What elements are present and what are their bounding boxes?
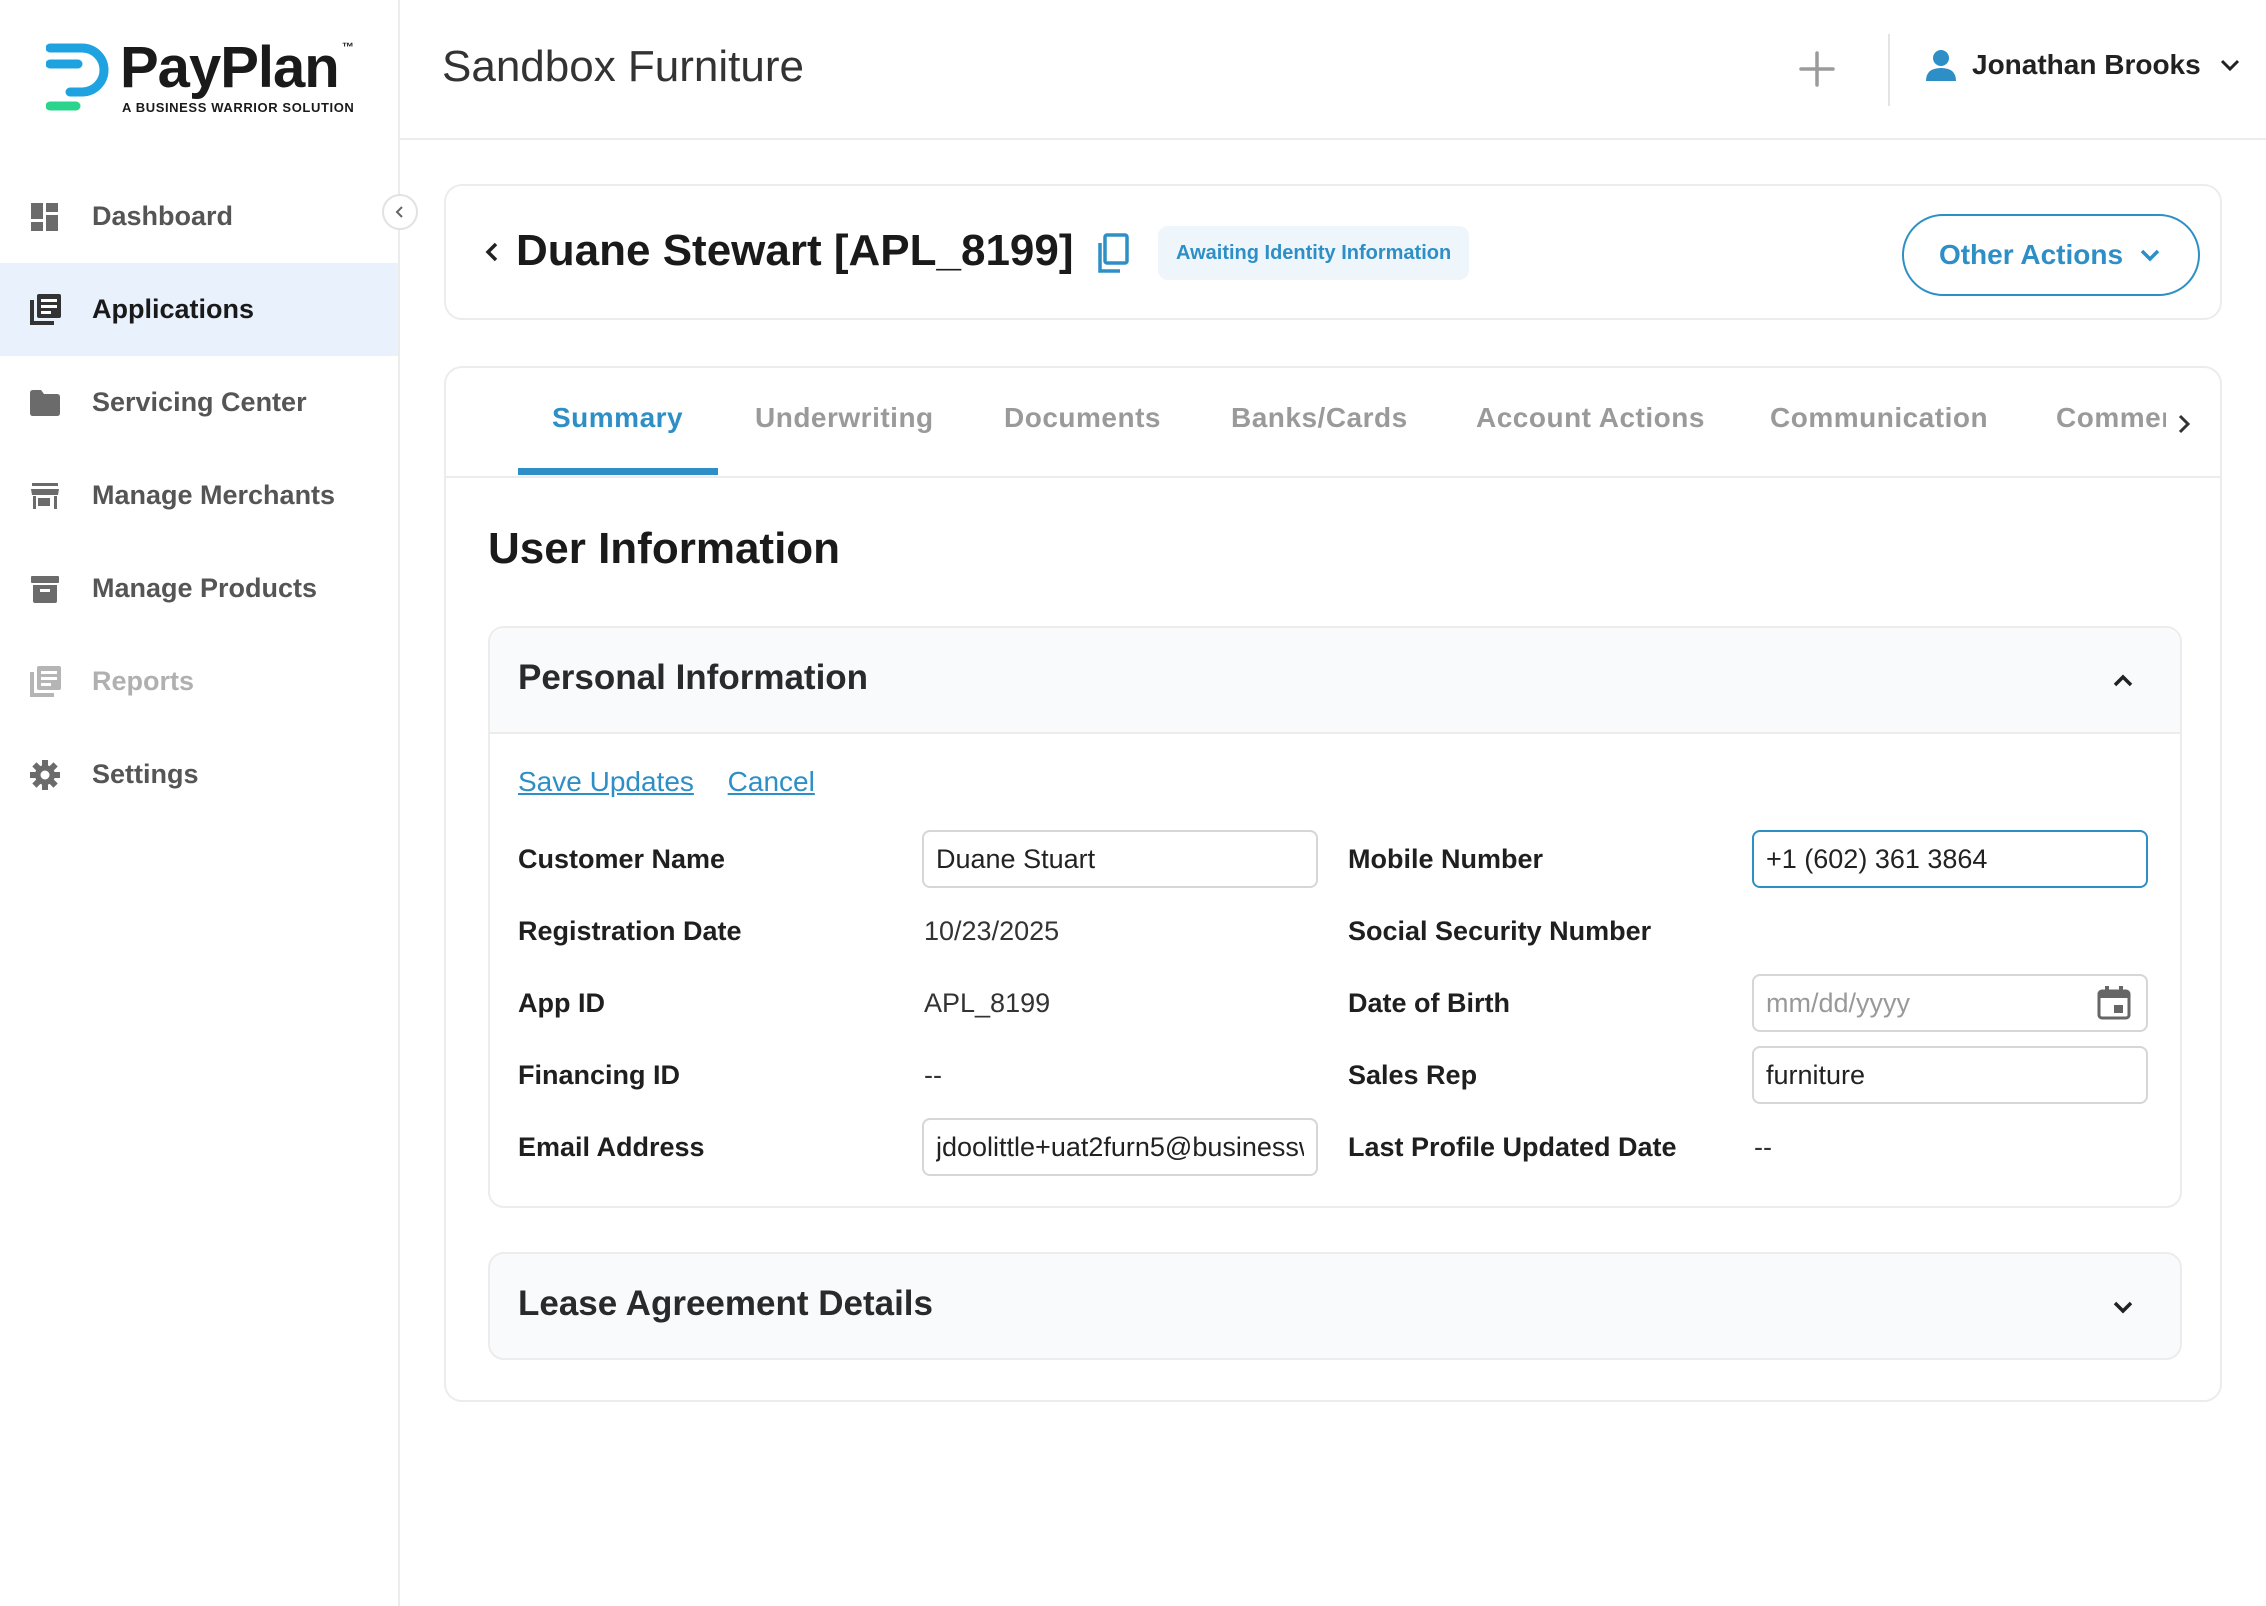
tab-account-actions[interactable]: Account Actions	[1476, 402, 1705, 434]
sidebar-item-label: Reports	[92, 666, 195, 696]
back-icon[interactable]	[472, 232, 512, 272]
tab-banks-cards[interactable]: Banks/Cards	[1231, 402, 1408, 434]
panel-title: Personal Information	[518, 658, 869, 697]
brand-name: PayPlan	[120, 35, 340, 100]
reports-icon	[28, 665, 62, 699]
dob-label: Date of Birth	[1348, 988, 1510, 1018]
sidebar-item-label: Manage Merchants	[92, 480, 336, 510]
date-of-birth-input[interactable]	[1752, 974, 2148, 1032]
sidebar-item-label: Applications	[92, 294, 255, 324]
sidebar-item-settings[interactable]: Settings	[0, 728, 398, 821]
app-id-label: App ID	[518, 988, 605, 1018]
app-id-value: APL_8199	[924, 988, 1051, 1018]
sidebar-item-manage-products[interactable]: Manage Products	[0, 542, 398, 635]
sidebar-item-servicing-center[interactable]: Servicing Center	[0, 356, 398, 449]
dashboard-icon	[28, 200, 62, 234]
payplan-logo[interactable]: PayPlan ™ A BUSINESS WARRIOR SOLUTION	[46, 36, 366, 122]
last-updated-value: --	[1754, 1132, 1772, 1162]
sidebar-item-label: Servicing Center	[92, 387, 307, 417]
sidebar-collapse-button[interactable]	[382, 194, 418, 230]
application-header: Duane Stewart [APL_8199] Awaiting Identi…	[444, 184, 2222, 320]
email-field[interactable]	[922, 1118, 1318, 1176]
active-tab-indicator	[518, 468, 718, 475]
email-label: Email Address	[518, 1132, 705, 1162]
sidebar: PayPlan ™ A BUSINESS WARRIOR SOLUTION Da…	[0, 0, 400, 1606]
archive-icon	[28, 572, 62, 606]
sidebar-item-reports[interactable]: Reports	[0, 635, 398, 728]
header-divider	[1888, 34, 1890, 106]
payplan-logo-mark	[46, 43, 109, 111]
folder-icon	[28, 386, 62, 420]
financing-id-value: --	[924, 1060, 942, 1090]
sidebar-item-label: Settings	[92, 759, 199, 789]
chevron-down-icon	[2140, 249, 2160, 262]
financing-id-label: Financing ID	[518, 1060, 680, 1090]
save-updates-link[interactable]: Save Updates	[518, 766, 694, 797]
tab-underwriting[interactable]: Underwriting	[755, 402, 934, 434]
sidebar-item-label: Manage Products	[92, 573, 318, 603]
sidebar-nav: Dashboard Applications Servicing Center …	[0, 170, 398, 821]
other-actions-button[interactable]: Other Actions	[1902, 214, 2200, 296]
tab-communication[interactable]: Communication	[1770, 402, 1988, 434]
calendar-icon[interactable]	[2096, 985, 2132, 1021]
application-content: Summary Underwriting Documents Banks/Car…	[444, 366, 2222, 1402]
customer-name-input[interactable]	[922, 830, 1318, 888]
sidebar-item-applications[interactable]: Applications	[0, 263, 398, 356]
personal-information-panel: Personal Information Save Updates Cancel…	[488, 626, 2182, 1208]
last-updated-label: Last Profile Updated Date	[1348, 1132, 1677, 1162]
form-actions: Save Updates Cancel	[518, 766, 841, 798]
user-name: Jonathan Brooks	[1972, 49, 2201, 80]
sales-rep-input[interactable]	[1752, 1046, 2148, 1104]
other-actions-label: Other Actions	[1938, 239, 2124, 270]
chevron-right-icon[interactable]	[2168, 408, 2200, 440]
application-title: Duane Stewart [APL_8199]	[516, 226, 1074, 275]
tab-summary[interactable]: Summary	[552, 402, 683, 434]
chevron-up-icon[interactable]	[2108, 666, 2138, 696]
brand-tagline: A BUSINESS WARRIOR SOLUTION	[122, 100, 355, 115]
chevron-down-icon[interactable]	[2108, 1292, 2138, 1322]
top-bar: Sandbox Furniture Jonathan Brooks	[400, 0, 2266, 140]
gear-icon	[28, 758, 62, 792]
chevron-left-icon	[395, 206, 403, 218]
sidebar-item-label: Dashboard	[92, 201, 234, 231]
mobile-number-input[interactable]	[1752, 830, 2148, 888]
copy-icon[interactable]	[1092, 232, 1132, 276]
sidebar-item-dashboard[interactable]: Dashboard	[0, 170, 398, 263]
applications-icon	[28, 293, 62, 327]
company-name: Sandbox Furniture	[442, 42, 804, 91]
tab-overflow: Comments	[2056, 388, 2166, 458]
tab-documents[interactable]: Documents	[1004, 402, 1161, 434]
chevron-down-icon	[2220, 59, 2239, 72]
store-icon	[28, 479, 62, 513]
registration-date-value: 10/23/2025	[924, 916, 1060, 946]
lease-agreement-panel[interactable]: Lease Agreement Details	[488, 1252, 2182, 1360]
sidebar-item-manage-merchants[interactable]: Manage Merchants	[0, 449, 398, 542]
mobile-number-label: Mobile Number	[1348, 844, 1544, 874]
brand-tm: ™	[342, 40, 354, 54]
cancel-link[interactable]: Cancel	[728, 766, 815, 797]
sales-rep-label: Sales Rep	[1348, 1060, 1478, 1090]
personal-information-header[interactable]: Personal Information	[490, 628, 2180, 734]
registration-date-label: Registration Date	[518, 916, 742, 946]
status-badge: Awaiting Identity Information	[1158, 226, 1470, 280]
customer-name-label: Customer Name	[518, 844, 726, 874]
panel-title: Lease Agreement Details	[518, 1284, 933, 1323]
tab-comments[interactable]: Comments	[2056, 402, 2166, 434]
section-title: User Information	[488, 524, 841, 573]
user-icon	[1926, 50, 1956, 81]
ssn-label: Social Security Number	[1348, 916, 1652, 946]
user-menu[interactable]: Jonathan Brooks	[1924, 48, 2243, 82]
tab-bar: Summary Underwriting Documents Banks/Car…	[446, 368, 2220, 478]
add-icon[interactable]	[1794, 46, 1840, 92]
